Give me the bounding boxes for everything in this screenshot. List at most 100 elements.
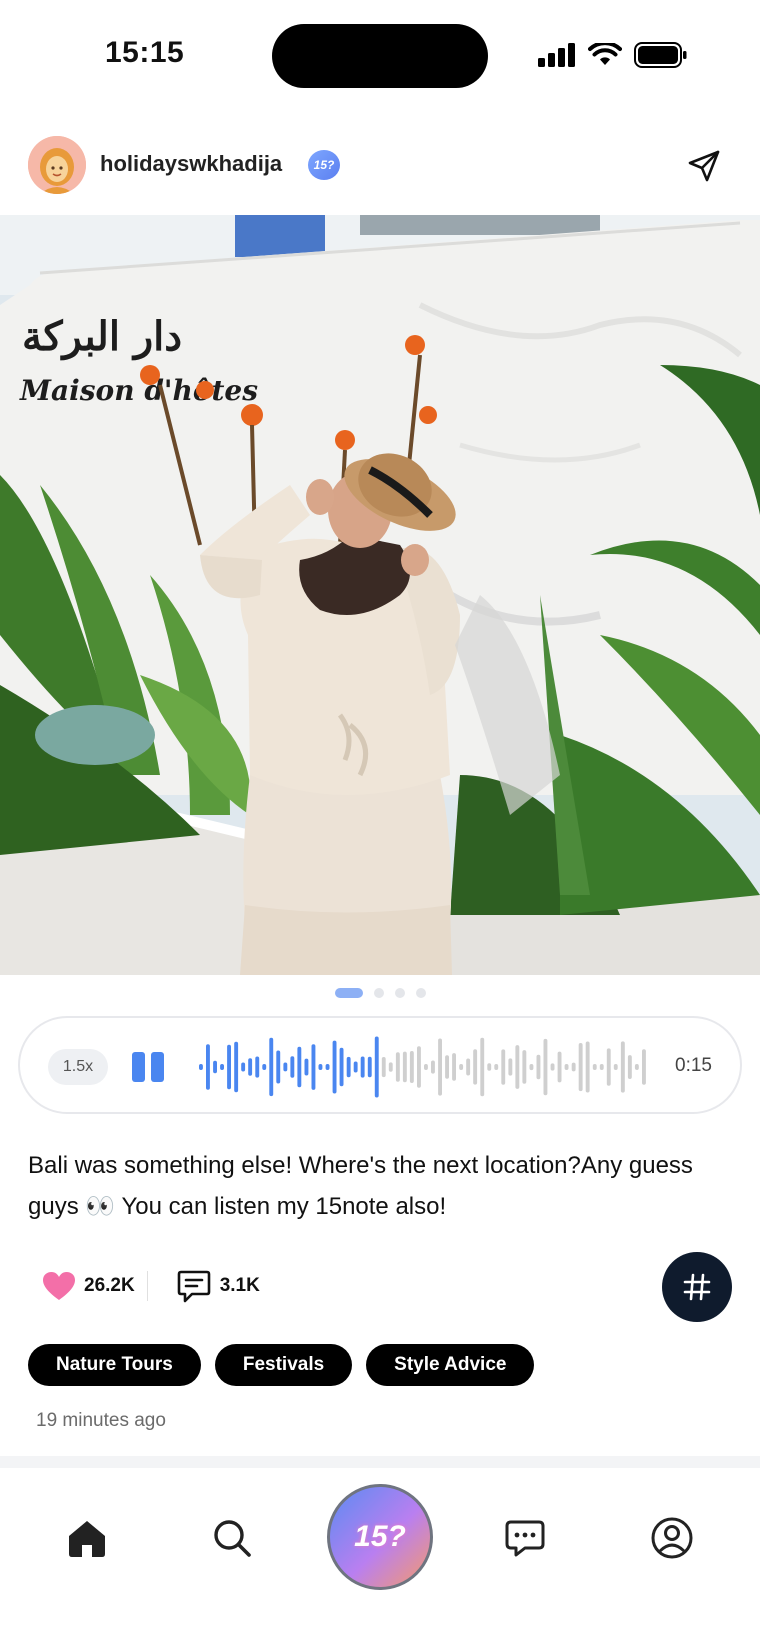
- waveform-bar: [438, 1038, 442, 1096]
- carousel-dot[interactable]: [415, 988, 426, 998]
- tag-list: Nature Tours Festivals Style Advice: [28, 1344, 535, 1386]
- voice-note-player: 1.5x 0:15: [18, 1016, 742, 1114]
- nav-profile[interactable]: [647, 1513, 697, 1563]
- heart-icon: [43, 1272, 75, 1300]
- waveform-bar: [543, 1038, 548, 1096]
- waveform-bar: [578, 1043, 583, 1092]
- waveform-bar: [508, 1058, 513, 1076]
- waveform-bar: [339, 1047, 344, 1087]
- audio-waveform[interactable]: [198, 1036, 648, 1098]
- waveform-bar: [304, 1058, 309, 1076]
- fifteen-logo: 15?: [354, 1520, 406, 1553]
- tag-chip[interactable]: Festivals: [214, 1344, 353, 1386]
- waveform-bar: [213, 1060, 217, 1074]
- waveform-bar: [592, 1064, 597, 1070]
- waveform-bar: [311, 1044, 316, 1090]
- carousel-dot[interactable]: [373, 988, 384, 998]
- waveform-bar: [501, 1049, 506, 1085]
- waveform-bar: [585, 1041, 590, 1093]
- waveform-bar: [206, 1044, 210, 1090]
- carousel-dot-active[interactable]: [334, 988, 363, 998]
- waveform-bar: [409, 1051, 414, 1083]
- nav-search[interactable]: [207, 1513, 257, 1563]
- waveform-bar: [262, 1064, 267, 1070]
- post-timestamp: 19 minutes ago: [36, 1410, 166, 1431]
- post-photo[interactable]: دار البركة Maison d'hôtes: [0, 215, 760, 975]
- cellular-signal-icon: [538, 43, 575, 67]
- waveform-bar: [445, 1055, 449, 1079]
- waveform-bar: [480, 1037, 485, 1097]
- waveform-bar: [353, 1061, 358, 1073]
- dynamic-island: [272, 24, 488, 88]
- comment-count: 3.1K: [219, 1275, 260, 1296]
- waveform-bar: [550, 1063, 555, 1071]
- waveform-bar: [522, 1050, 527, 1084]
- waveform-bar: [642, 1049, 646, 1085]
- waveform-bar: [459, 1064, 464, 1070]
- fifteen-badge: 15?: [308, 150, 340, 180]
- pause-icon[interactable]: [132, 1052, 166, 1082]
- waveform-bar: [599, 1064, 604, 1070]
- waveform-bar: [424, 1064, 428, 1070]
- sign-arabic-text: دار البركة: [22, 313, 182, 361]
- waveform-bar: [571, 1062, 576, 1072]
- post-header: holidayswkhadija 15?: [0, 130, 760, 200]
- carousel-dot[interactable]: [394, 988, 405, 998]
- waveform-bar: [466, 1058, 471, 1076]
- user-avatar[interactable]: [28, 136, 86, 194]
- bottom-navigation: 15?: [0, 1468, 760, 1651]
- hashtag-button[interactable]: [662, 1252, 732, 1322]
- like-button[interactable]: 26.2K: [42, 1271, 135, 1301]
- photo-scene: دار البركة Maison d'hôtes: [0, 215, 760, 975]
- waveform-bar: [276, 1050, 281, 1084]
- create-fifteen-note-button[interactable]: 15?: [327, 1484, 433, 1590]
- waveform-bar: [564, 1064, 569, 1070]
- waveform-bar: [248, 1058, 253, 1076]
- waveform-bar: [536, 1054, 541, 1080]
- profile-icon: [651, 1517, 693, 1559]
- waveform-bar: [374, 1036, 379, 1098]
- status-icons: [538, 40, 688, 70]
- waveform-bar: [297, 1046, 302, 1088]
- waveform-bar: [227, 1044, 231, 1090]
- waveform-bar: [283, 1062, 288, 1072]
- paper-plane-icon[interactable]: [686, 148, 722, 184]
- tag-chip[interactable]: Style Advice: [366, 1344, 535, 1386]
- username[interactable]: holidayswkhadija: [100, 151, 282, 177]
- waveform-bar: [199, 1064, 203, 1070]
- waveform-bar: [557, 1051, 562, 1083]
- waveform-bar: [494, 1064, 499, 1070]
- nav-divider: [0, 1456, 760, 1468]
- status-bar: 15:15: [0, 0, 760, 110]
- status-time: 15:15: [105, 36, 185, 69]
- comment-button[interactable]: 3.1K: [176, 1268, 260, 1304]
- waveform-bar: [395, 1052, 400, 1082]
- waveform-bar: [255, 1056, 260, 1078]
- waveform-bar: [606, 1048, 611, 1086]
- nav-home[interactable]: [62, 1513, 112, 1563]
- battery-icon: [634, 42, 687, 68]
- waveform-bar: [417, 1046, 421, 1088]
- waveform-bar: [367, 1056, 372, 1078]
- sign-latin-text: Maison d'hôtes: [19, 374, 258, 407]
- waveform-bar: [346, 1056, 351, 1078]
- waveform-bar: [269, 1037, 274, 1097]
- waveform-bar: [290, 1056, 295, 1078]
- tag-chip[interactable]: Nature Tours: [28, 1344, 201, 1386]
- waveform-bar: [325, 1064, 330, 1070]
- post-stats: 26.2K 3.1K: [42, 1266, 260, 1306]
- playback-speed-button[interactable]: 1.5x: [48, 1049, 108, 1085]
- carousel-indicator: [0, 988, 760, 998]
- waveform-bar: [515, 1045, 520, 1089]
- waveform-bar: [234, 1041, 239, 1093]
- waveform-bar: [360, 1056, 365, 1078]
- waveform-bar: [402, 1051, 407, 1083]
- nav-messages[interactable]: [500, 1513, 550, 1563]
- post-caption: Bali was something else! Where's the nex…: [28, 1152, 693, 1220]
- search-icon: [214, 1520, 251, 1557]
- hashtag-icon: [683, 1273, 711, 1301]
- chat-bubble-icon: [505, 1520, 545, 1557]
- waveform-bar: [318, 1064, 323, 1070]
- waveform-bar: [487, 1063, 492, 1071]
- waveform-bar: [332, 1040, 337, 1094]
